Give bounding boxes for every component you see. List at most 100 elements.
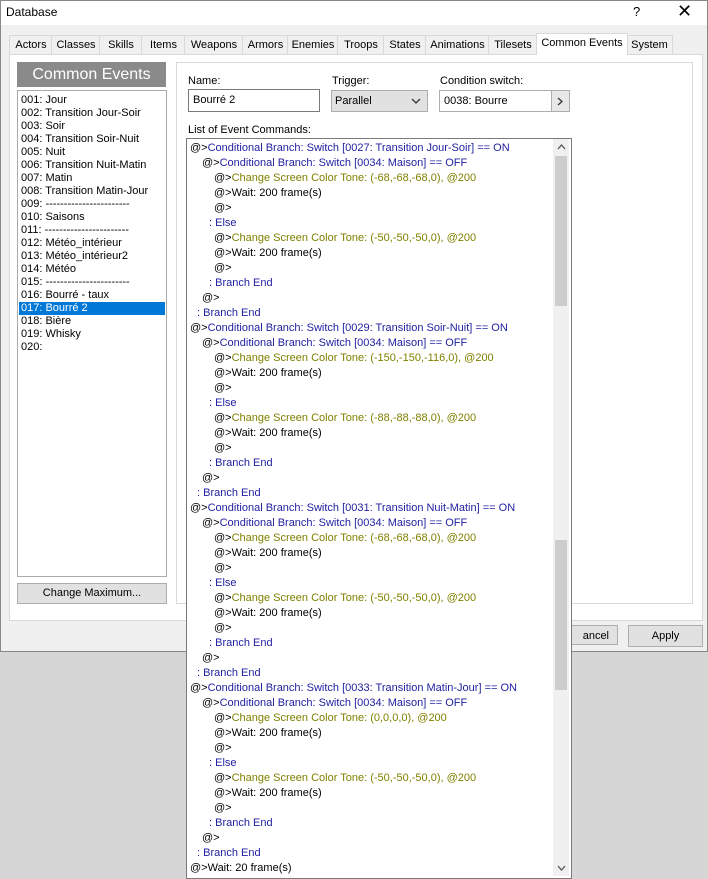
tab-classes[interactable]: Classes bbox=[51, 35, 101, 54]
list-item[interactable]: 014: Météo bbox=[19, 263, 165, 276]
list-item[interactable]: 017: Bourré 2 bbox=[19, 302, 165, 315]
command-line[interactable]: @>Conditional Branch: Switch [0033: Tran… bbox=[190, 681, 517, 696]
list-item[interactable]: 006: Transition Nuit-Matin bbox=[19, 159, 165, 172]
list-item[interactable]: 011: ----------------------- bbox=[19, 224, 165, 237]
command-line[interactable]: @>Change Screen Color Tone: (-50,-50,-50… bbox=[214, 591, 476, 606]
list-item[interactable]: 009: ----------------------- bbox=[19, 198, 165, 211]
command-line[interactable]: : Branch End bbox=[197, 666, 261, 681]
tab-animations[interactable]: Animations bbox=[425, 35, 490, 54]
command-line[interactable]: @> bbox=[202, 651, 220, 666]
command-line[interactable]: : Else bbox=[209, 756, 237, 771]
tab-enemies[interactable]: Enemies bbox=[287, 35, 339, 54]
command-line[interactable]: : Branch End bbox=[209, 276, 273, 291]
trigger-select[interactable]: Parallel bbox=[331, 90, 428, 112]
command-line[interactable]: @>Wait: 200 frame(s) bbox=[214, 606, 322, 621]
name-input[interactable]: Bourré 2 bbox=[188, 89, 320, 112]
scroll-thumb-lower[interactable] bbox=[555, 540, 567, 690]
command-line[interactable]: @> bbox=[214, 621, 232, 636]
command-line[interactable]: : Branch End bbox=[209, 816, 273, 831]
list-item[interactable]: 007: Matin bbox=[19, 172, 165, 185]
command-line[interactable]: : Branch End bbox=[197, 846, 261, 861]
apply-button[interactable]: Apply bbox=[628, 625, 703, 647]
scroll-up-icon[interactable] bbox=[557, 144, 566, 150]
scroll-down-icon[interactable] bbox=[557, 865, 566, 871]
list-item[interactable]: 018: Bière bbox=[19, 315, 165, 328]
command-prefix: @> bbox=[190, 322, 208, 334]
command-line[interactable]: @>Change Screen Color Tone: (-50,-50,-50… bbox=[214, 771, 476, 786]
tab-items[interactable]: Items bbox=[141, 35, 186, 54]
command-line[interactable]: @>Conditional Branch: Switch [0034: Mais… bbox=[202, 516, 467, 531]
scroll-thumb-upper[interactable] bbox=[555, 156, 567, 306]
command-line[interactable]: @> bbox=[202, 471, 220, 486]
common-events-list[interactable]: 001: Jour 002: Transition Jour-Soir 003: S… bbox=[17, 90, 167, 577]
tab-tilesets[interactable]: Tilesets bbox=[488, 35, 538, 54]
list-item[interactable]: 005: Nuit bbox=[19, 146, 165, 159]
command-line[interactable]: @>Change Screen Color Tone: (-88,-88,-88… bbox=[214, 411, 476, 426]
list-item[interactable]: 015: ----------------------- bbox=[19, 276, 165, 289]
command-line[interactable]: : Branch End bbox=[197, 486, 261, 501]
command-line[interactable]: @> bbox=[214, 561, 232, 576]
command-line[interactable]: @>Change Screen Color Tone: (0,0,0,0), @… bbox=[214, 711, 447, 726]
command-line[interactable]: : Else bbox=[209, 576, 237, 591]
command-line[interactable]: @> bbox=[214, 261, 232, 276]
command-line[interactable]: @>Wait: 200 frame(s) bbox=[214, 246, 322, 261]
command-line[interactable]: @> bbox=[214, 741, 232, 756]
command-line[interactable]: @> bbox=[202, 831, 220, 846]
command-prefix: @> bbox=[202, 337, 220, 349]
list-item[interactable]: 008: Transition Matin-Jour bbox=[19, 185, 165, 198]
list-item[interactable]: 010: Saisons bbox=[19, 211, 165, 224]
tab-weapons[interactable]: Weapons bbox=[184, 35, 244, 54]
list-item[interactable]: 013: Météo_intérieur2 bbox=[19, 250, 165, 263]
event-commands-list[interactable]: @>Conditional Branch: Switch [0027: Tran… bbox=[186, 138, 572, 879]
command-line[interactable]: @>Change Screen Color Tone: (-50,-50,-50… bbox=[214, 231, 476, 246]
tab-armors[interactable]: Armors bbox=[242, 35, 289, 54]
command-line[interactable]: @>Conditional Branch: Switch [0034: Mais… bbox=[202, 696, 467, 711]
command-line[interactable]: @>Conditional Branch: Switch [0027: Tran… bbox=[190, 141, 510, 156]
command-line[interactable]: @> bbox=[214, 441, 232, 456]
command-line[interactable]: @>Conditional Branch: Switch [0031: Tran… bbox=[190, 501, 515, 516]
command-line[interactable]: @>Wait: 200 frame(s) bbox=[214, 366, 322, 381]
command-line[interactable]: @> bbox=[214, 801, 232, 816]
command-line[interactable]: : Branch End bbox=[209, 456, 273, 471]
command-line[interactable]: : Branch End bbox=[197, 306, 261, 321]
command-line[interactable]: @>Wait: 200 frame(s) bbox=[214, 546, 322, 561]
list-item[interactable]: 012: Météo_intérieur bbox=[19, 237, 165, 250]
command-line[interactable]: @> bbox=[214, 381, 232, 396]
command-line[interactable]: @>Wait: 20 frame(s) bbox=[190, 861, 292, 876]
list-item[interactable]: 003: Soir bbox=[19, 120, 165, 133]
list-item[interactable]: 016: Bourré - taux bbox=[19, 289, 165, 302]
list-item[interactable]: 020: bbox=[19, 341, 165, 354]
command-line[interactable]: @>Wait: 200 frame(s) bbox=[214, 186, 322, 201]
help-icon[interactable]: ? bbox=[633, 4, 640, 19]
change-maximum-button[interactable]: Change Maximum... bbox=[17, 583, 167, 604]
command-line[interactable]: @>Conditional Branch: Switch [0034: Mais… bbox=[202, 336, 467, 351]
command-line[interactable]: @>Wait: 200 frame(s) bbox=[214, 786, 322, 801]
command-line[interactable]: @>Change Screen Color Tone: (-150,-150,-… bbox=[214, 351, 494, 366]
switch-picker-button[interactable] bbox=[551, 91, 569, 111]
command-line[interactable]: @>Wait: 200 frame(s) bbox=[214, 726, 322, 741]
tab-common-events[interactable]: Common Events bbox=[536, 33, 628, 55]
tab-system[interactable]: System bbox=[626, 35, 673, 54]
condition-switch-field[interactable]: 0038: Bourre bbox=[439, 90, 570, 112]
tab-states[interactable]: States bbox=[383, 35, 427, 54]
tab-troops[interactable]: Troops bbox=[337, 35, 385, 54]
command-line[interactable]: @>Conditional Branch: Switch [0034: Mais… bbox=[202, 156, 467, 171]
command-line[interactable]: @> bbox=[202, 291, 220, 306]
command-line[interactable]: : Else bbox=[209, 216, 237, 231]
tab-actors[interactable]: Actors bbox=[9, 35, 53, 54]
command-line[interactable]: @>Change Screen Color Tone: (-68,-68,-68… bbox=[214, 531, 476, 546]
command-line[interactable]: @>Change Screen Color Tone: (-68,-68,-68… bbox=[214, 171, 476, 186]
close-icon[interactable]: ✕ bbox=[677, 1, 692, 22]
command-line[interactable]: : Branch End bbox=[209, 636, 273, 651]
list-item[interactable]: 004: Transition Soir-Nuit bbox=[19, 133, 165, 146]
chevron-right-icon bbox=[557, 97, 563, 106]
list-item[interactable]: 019: Whisky bbox=[19, 328, 165, 341]
list-item[interactable]: 001: Jour bbox=[19, 94, 165, 107]
command-line[interactable]: @>Wait: 200 frame(s) bbox=[214, 426, 322, 441]
list-item[interactable]: 002: Transition Jour-Soir bbox=[19, 107, 165, 120]
command-line[interactable]: : Else bbox=[209, 396, 237, 411]
command-line[interactable]: @>Conditional Branch: Switch [0029: Tran… bbox=[190, 321, 508, 336]
condition-switch-value: 0038: Bourre bbox=[444, 95, 508, 107]
command-line[interactable]: @> bbox=[214, 201, 232, 216]
tab-skills[interactable]: Skills bbox=[99, 35, 143, 54]
